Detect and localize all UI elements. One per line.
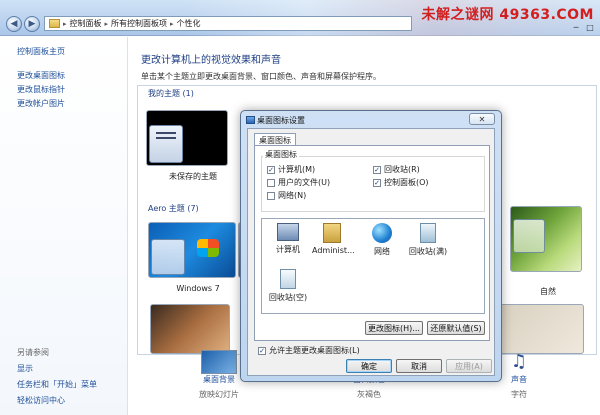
list-item[interactable]: 回收站(空) — [268, 269, 308, 303]
windows-logo-icon — [197, 239, 219, 257]
network-icon — [372, 223, 392, 243]
checkbox-label: 允许主题更改桌面图标(L) — [269, 346, 360, 355]
chevron-right-icon: ▸ — [104, 19, 109, 28]
list-item[interactable]: Administ... — [312, 223, 355, 255]
icon-label: 回收站(空) — [268, 293, 308, 302]
desktop-background-sub: 放映幻灯片 — [199, 390, 239, 399]
checkbox-label: 控制面板(O) — [384, 178, 429, 187]
restore-default-button[interactable]: 还原默认值(S) — [427, 321, 485, 335]
list-item[interactable]: 网络 — [362, 223, 402, 257]
chevron-right-icon: ▸ — [63, 19, 67, 28]
checkbox-label: 计算机(M) — [278, 165, 316, 174]
dialog-title: 桌面图标设置 — [257, 116, 305, 125]
checkbox-control-panel[interactable]: ✓ 控制面板(O) — [373, 177, 429, 188]
sounds-sub: 字符 — [511, 390, 527, 399]
checkbox-label: 用户的文件(U) — [278, 178, 331, 187]
checkbox-network[interactable]: 网络(N) — [267, 190, 306, 201]
checkbox-checked-icon: ✓ — [258, 346, 266, 355]
close-button[interactable]: ✕ — [469, 113, 495, 125]
sidebar-link-ease-of-access[interactable]: 轻松访问中心 — [17, 395, 97, 406]
checkbox-checked-icon: ✓ — [267, 165, 275, 174]
ok-button[interactable]: 确定 — [346, 359, 392, 373]
checkbox-recycle-bin[interactable]: ✓ 回收站(R) — [373, 164, 420, 175]
preview-line — [156, 132, 176, 134]
sidebar-link-display[interactable]: 显示 — [17, 363, 97, 374]
icon-label: 计算机 — [276, 245, 300, 254]
see-also-heading: 另请参阅 — [17, 348, 49, 357]
desktop-background-icon — [201, 350, 237, 374]
checkbox-unchecked-icon — [267, 178, 275, 187]
checkbox-checked-icon: ✓ — [373, 165, 381, 174]
cancel-button[interactable]: 取消 — [396, 359, 442, 373]
minimize-button[interactable]: ─ — [570, 22, 582, 32]
group-label: 桌面图标 — [263, 149, 299, 160]
icons-list: 计算机 Administ... 网络 回收站(满) 回收站(空) — [261, 218, 485, 314]
nature-theme-label: 自然 — [540, 287, 556, 296]
tab-pane: 桌面图标 ✓ 计算机(M) ✓ 回收站(R) 用户的文件(U) ✓ 控制面板(O… — [254, 145, 490, 341]
checkbox-computer[interactable]: ✓ 计算机(M) — [267, 164, 315, 175]
windows7-theme-label: Windows 7 — [176, 284, 220, 293]
checkbox-label: 回收站(R) — [384, 165, 420, 174]
unsaved-theme-thumb[interactable] — [146, 110, 228, 166]
preview-line — [156, 137, 176, 139]
window-color-sub: 灰褐色 — [357, 390, 381, 399]
window-controls: ─ □ — [570, 22, 596, 32]
page-title: 更改计算机上的视觉效果和声音 — [141, 55, 281, 66]
back-button[interactable]: ◀ — [6, 16, 22, 32]
list-item[interactable]: 回收站(满) — [408, 223, 448, 257]
breadcrumb-item[interactable]: 所有控制面板项 — [111, 18, 167, 29]
sidebar-home-link[interactable]: 控制面板主页 — [17, 46, 127, 57]
checkbox-user-files[interactable]: 用户的文件(U) — [267, 177, 330, 188]
icon-label: 回收站(满) — [408, 247, 448, 256]
window-preview — [151, 239, 185, 275]
maximize-button[interactable]: □ — [584, 22, 596, 32]
sidebar-link-taskbar[interactable]: 任务栏和「开始」菜单 — [17, 379, 97, 390]
checkbox-label: 网络(N) — [278, 191, 307, 200]
dialog-icon — [246, 116, 255, 124]
icon-label: Administ... — [312, 246, 355, 255]
my-themes-label: 我的主题 (1) — [148, 89, 194, 98]
music-notes-icon: ♫ — [510, 351, 528, 372]
recycle-bin-full-icon — [420, 223, 436, 243]
apply-button[interactable]: 应用(A) — [446, 359, 492, 373]
aero-themes-label: Aero 主题 (7) — [148, 204, 199, 213]
forward-button[interactable]: ▶ — [24, 16, 40, 32]
sidebar: 控制面板主页 更改桌面图标 更改鼠标指针 更改帐户图片 另请参阅 显示 任务栏和… — [0, 37, 128, 415]
list-item[interactable]: 计算机 — [268, 223, 308, 255]
watermark: 未解之谜网 49363.COM — [421, 7, 594, 23]
desktop-icon-settings-dialog: 桌面图标设置 ✕ 桌面图标 桌面图标 ✓ 计算机(M) ✓ 回收站(R) 用户的… — [240, 110, 502, 382]
window-preview — [513, 219, 545, 253]
chevron-right-icon: ▸ — [170, 19, 174, 28]
change-icon-button[interactable]: 更改图标(H)... — [365, 321, 423, 335]
sidebar-link-account-picture[interactable]: 更改帐户图片 — [17, 99, 127, 109]
sidebar-link-desktop-icons[interactable]: 更改桌面图标 — [17, 71, 127, 81]
nature-theme-thumb[interactable] — [510, 206, 582, 272]
checkbox-checked-icon: ✓ — [373, 178, 381, 187]
window-preview — [149, 125, 183, 163]
recycle-bin-empty-icon — [280, 269, 296, 289]
breadcrumb-item[interactable]: 个性化 — [177, 18, 201, 29]
unsaved-theme-label: 未保存的主题 — [169, 172, 217, 181]
see-also-links: 显示 任务栏和「开始」菜单 轻松访问中心 — [17, 363, 97, 411]
address-bar[interactable]: ▸ 控制面板 ▸ 所有控制面板项 ▸ 个性化 — [44, 16, 412, 31]
computer-icon — [277, 223, 299, 241]
icon-label: 网络 — [374, 247, 390, 256]
dialog-body: 桌面图标 桌面图标 ✓ 计算机(M) ✓ 回收站(R) 用户的文件(U) ✓ 控… — [247, 128, 495, 376]
page-subtitle: 单击某个主题立即更改桌面背景、窗口颜色、声音和屏幕保护程序。 — [141, 72, 381, 81]
checkbox-unchecked-icon — [267, 191, 275, 200]
sidebar-link-mouse-pointer[interactable]: 更改鼠标指针 — [17, 85, 127, 95]
title-bar: ◀ ▶ ▸ 控制面板 ▸ 所有控制面板项 ▸ 个性化 未解之谜网 49363.C… — [0, 0, 600, 36]
folder-icon — [49, 19, 60, 28]
windows7-theme-thumb[interactable] — [148, 222, 236, 278]
user-folder-icon — [323, 223, 341, 243]
checkbox-allow-themes[interactable]: ✓ 允许主题更改桌面图标(L) — [258, 345, 360, 356]
breadcrumb-item[interactable]: 控制面板 — [70, 18, 102, 29]
